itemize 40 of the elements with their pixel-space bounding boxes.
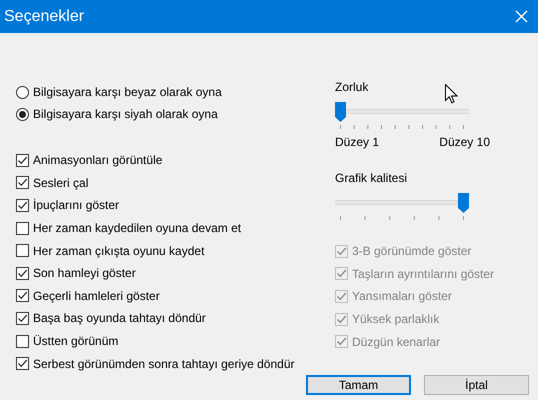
slider-thumb[interactable]: [335, 102, 346, 122]
checkbox-label: Sesleri çal: [33, 176, 88, 190]
checkbox-label: Animasyonları görüntüle: [33, 153, 162, 168]
checkbox-label: 3-B görünümde göster: [352, 244, 472, 258]
cancel-button[interactable]: İptal: [424, 375, 529, 395]
checkbox[interactable]: [16, 244, 29, 258]
checkbox[interactable]: [16, 334, 29, 348]
radio-button[interactable]: [16, 108, 29, 120]
checkbox[interactable]: [16, 312, 29, 325]
close-icon[interactable]: [515, 10, 528, 23]
checkbox-label: Yansımaları göster: [352, 289, 452, 304]
checkbox[interactable]: [16, 198, 29, 212]
slider-label: Grafik kalitesi: [335, 170, 408, 186]
radio-label: Bilgisayara karşı beyaz olarak oyna: [33, 85, 222, 99]
checkbox-label: Yüksek parlaklık: [352, 312, 440, 326]
checkbox[interactable]: [16, 154, 29, 167]
window-title: Seçenekler: [4, 8, 84, 26]
checkbox-label: Düzgün kenarlar: [352, 334, 440, 349]
checkbox[interactable]: [16, 357, 29, 370]
checkbox-label: Taşların ayrıntılarını göster: [352, 266, 494, 281]
checkbox-label: Geçerli hamleleri göster: [33, 288, 160, 303]
checkbox-label: Başa baş oyunda tahtayı döndür: [33, 311, 206, 326]
max-label: Düzey 10: [439, 134, 490, 150]
slider-label: Zorluk: [335, 79, 368, 95]
checkbox[interactable]: [16, 176, 29, 190]
checkbox-label: Üstten görünüm: [33, 334, 118, 348]
checkbox-label: İpuçlarını göster: [33, 198, 120, 212]
checkbox[interactable]: [16, 222, 29, 235]
checkbox-label: Her zaman çıkışta oyunu kaydet: [33, 244, 204, 258]
checkbox-label: Son hamleyi göster: [33, 266, 136, 280]
ok-button[interactable]: Tamam: [306, 375, 411, 395]
checkbox-label: Serbest görünümden sonra tahtayı geriye döndür: [33, 356, 294, 371]
slider-thumb[interactable]: [458, 193, 469, 213]
mouse-pointer-icon: [445, 84, 458, 104]
checkbox-label: Her zaman kaydedilen oyuna devam et: [33, 221, 242, 236]
radio-button[interactable]: [16, 86, 29, 98]
checkbox[interactable]: [16, 289, 29, 302]
min-label: Düzey 1: [335, 134, 380, 150]
checkbox[interactable]: [16, 266, 29, 280]
radio-label: Bilgisayara karşı siyah olarak oyna: [33, 107, 218, 121]
